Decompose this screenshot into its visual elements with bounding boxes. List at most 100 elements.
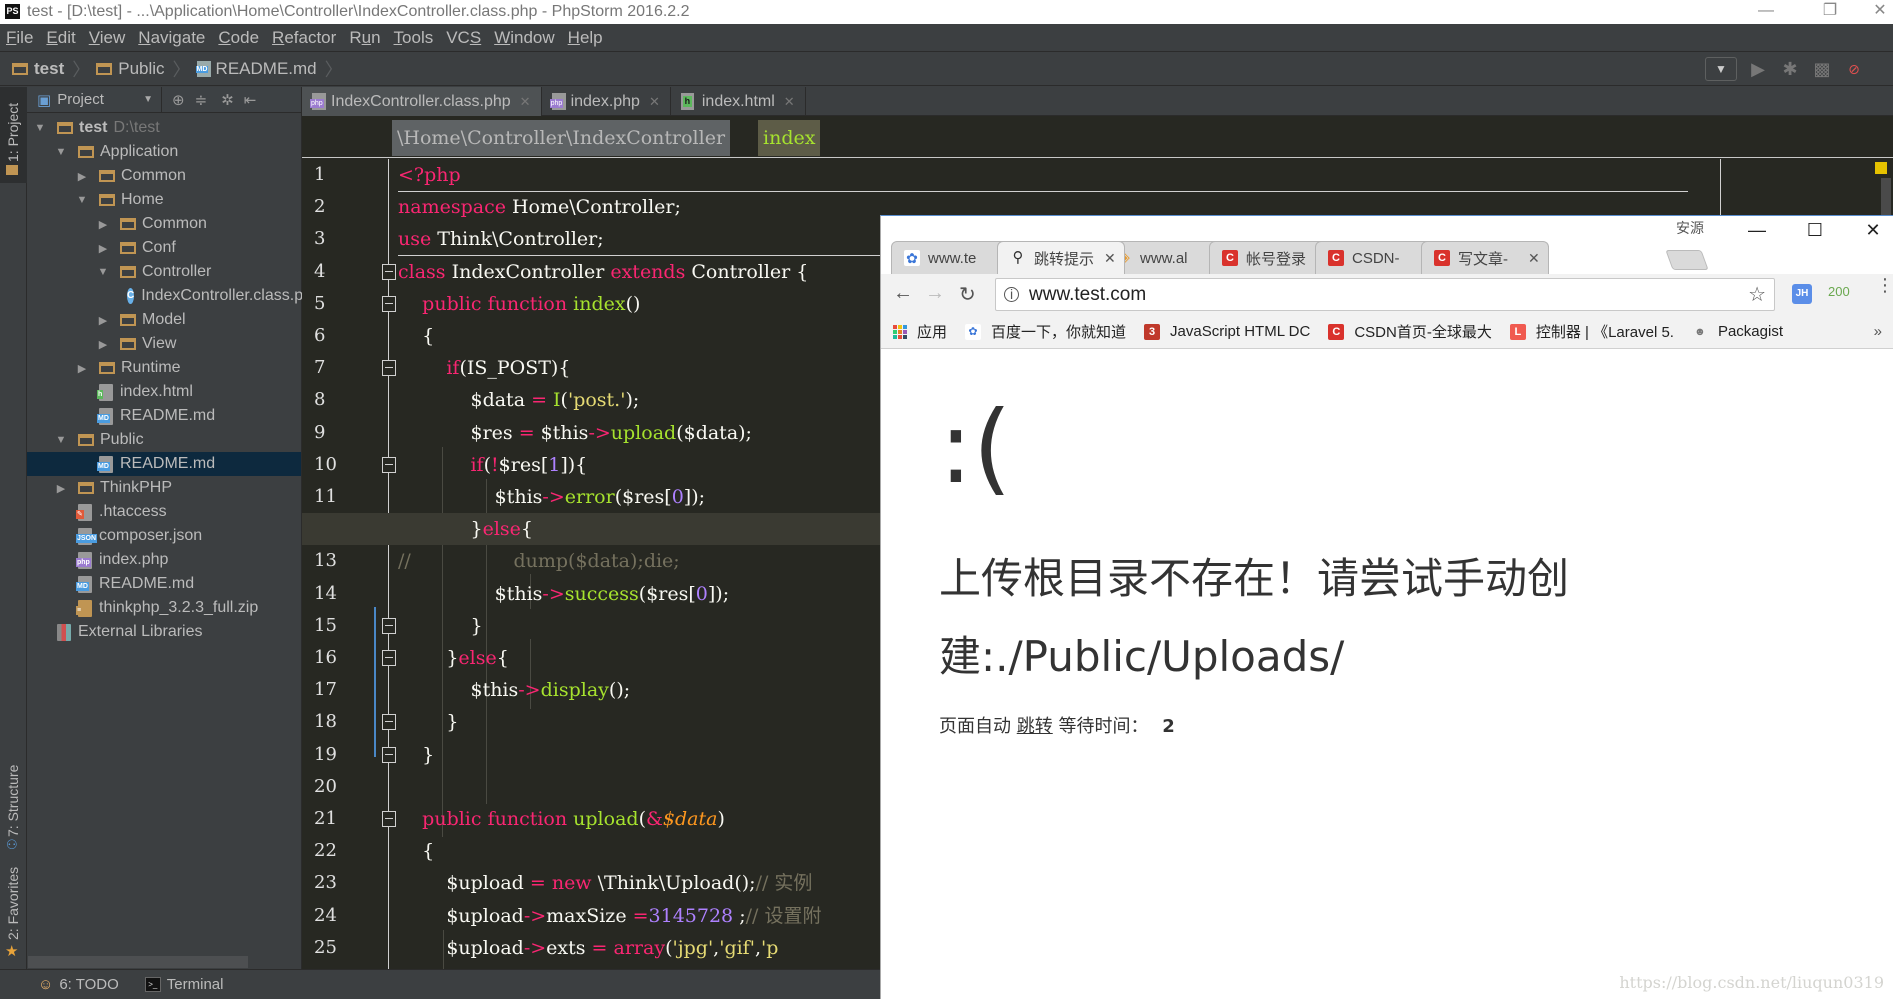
close-tab-icon[interactable]: ✕ bbox=[1528, 250, 1540, 267]
tree-item[interactable]: php index.php bbox=[27, 548, 301, 572]
side-tab-structure[interactable]: 7: Structure ⚇ bbox=[0, 737, 27, 857]
bookmark-item[interactable]: ✿ 百度一下，你就知道 bbox=[965, 321, 1126, 342]
menu-navigate[interactable]: Navigate bbox=[138, 28, 205, 48]
bookmark-star-icon[interactable]: ☆ bbox=[1748, 282, 1766, 307]
run-configuration-select[interactable]: ▼ bbox=[1705, 57, 1737, 81]
editor-tab[interactable]: index.html ✕ bbox=[671, 87, 806, 116]
breadcrumb-class[interactable]: \Home\Controller\IndexController bbox=[392, 120, 731, 156]
browser-tab[interactable]: C 写文章- ✕ bbox=[1421, 241, 1549, 274]
reload-button[interactable]: ↻ bbox=[959, 282, 976, 307]
tree-item[interactable]: MD README.md bbox=[27, 452, 301, 476]
browser-menu-icon[interactable]: ⋮ bbox=[1876, 276, 1893, 294]
redirect-link[interactable]: 跳转 bbox=[1017, 716, 1053, 737]
tree-item[interactable]: ▼ test D:\test bbox=[27, 116, 301, 140]
fold-toggle-icon[interactable] bbox=[382, 263, 396, 280]
run-icon[interactable]: ▶ bbox=[1747, 58, 1769, 80]
bookmark-item[interactable]: L 控制器 | 《Laravel 5. bbox=[1509, 321, 1674, 342]
collapsed-arrow-icon[interactable]: ▶ bbox=[96, 338, 110, 351]
menu-tools[interactable]: Tools bbox=[394, 28, 434, 48]
project-view-select[interactable]: ▣ Project ▼ bbox=[37, 86, 162, 113]
fold-toggle-icon[interactable] bbox=[382, 746, 396, 763]
bookmark-item[interactable]: 应用 bbox=[893, 321, 947, 342]
fold-toggle-icon[interactable] bbox=[382, 617, 396, 634]
expanded-arrow-icon[interactable]: ▼ bbox=[96, 266, 110, 278]
tree-item[interactable]: ▼ Controller bbox=[27, 260, 301, 284]
close-button[interactable]: ✕ bbox=[1860, 0, 1893, 24]
menu-help[interactable]: Help bbox=[568, 28, 603, 48]
locate-icon[interactable]: ⊕ bbox=[172, 91, 185, 109]
bookmark-item[interactable]: C CSDN首页-全球最大 bbox=[1328, 321, 1492, 342]
tree-item[interactable]: ▶ Common bbox=[27, 212, 301, 236]
tree-item[interactable]: ▶ ThinkPHP bbox=[27, 476, 301, 500]
extension-jh-icon[interactable]: JH bbox=[1792, 284, 1812, 304]
tree-item[interactable]: MD README.md bbox=[27, 404, 301, 428]
gear-icon[interactable]: ✲ bbox=[221, 91, 234, 109]
collapsed-arrow-icon[interactable]: ▶ bbox=[54, 482, 68, 495]
tree-item[interactable]: External Libraries bbox=[27, 620, 301, 644]
editor-tab[interactable]: IndexController.class.php ✕ bbox=[302, 87, 542, 116]
tree-item[interactable]: JSON composer.json bbox=[27, 524, 301, 548]
tree-item[interactable]: ≡ thinkphp_3.2.3_full.zip bbox=[27, 596, 301, 620]
collapsed-arrow-icon[interactable]: ▶ bbox=[75, 170, 89, 183]
todo-tool-button[interactable]: ☺ 6: TODO bbox=[38, 976, 119, 993]
nav-crumb-readme[interactable]: README.md bbox=[195, 59, 317, 79]
stop-debug-icon[interactable]: ⊘ bbox=[1843, 58, 1865, 80]
nav-crumb-public[interactable]: Public bbox=[96, 59, 165, 79]
horizontal-scrollbar[interactable] bbox=[28, 956, 248, 968]
collapsed-arrow-icon[interactable]: ▶ bbox=[75, 362, 89, 375]
browser-maximize-button[interactable]: ☐ bbox=[1791, 220, 1839, 241]
fold-toggle-icon[interactable] bbox=[382, 360, 396, 377]
coverage-icon[interactable]: ▩ bbox=[1811, 58, 1833, 80]
fold-toggle-icon[interactable] bbox=[382, 295, 396, 312]
tree-item[interactable]: ▼ Public bbox=[27, 428, 301, 452]
tree-item[interactable]: ▶ Runtime bbox=[27, 356, 301, 380]
info-icon[interactable]: i bbox=[1004, 287, 1019, 302]
minimize-button[interactable]: — bbox=[1746, 0, 1786, 24]
side-tab-project[interactable]: 1: Project bbox=[0, 87, 27, 183]
tree-item[interactable]: ✎ .htaccess bbox=[27, 500, 301, 524]
expanded-arrow-icon[interactable]: ▼ bbox=[75, 194, 89, 206]
hide-panel-icon[interactable]: ⇤ bbox=[244, 91, 257, 109]
expanded-arrow-icon[interactable]: ▼ bbox=[33, 122, 47, 134]
browser-tab[interactable]: ⚲ 跳转提示 ✕ bbox=[997, 241, 1125, 274]
menu-run[interactable]: Run bbox=[349, 28, 380, 48]
bookmark-item[interactable]: ☻ Packagist bbox=[1692, 323, 1783, 340]
address-bar[interactable]: i www.test.com ☆ bbox=[995, 278, 1775, 311]
close-tab-icon[interactable]: ✕ bbox=[784, 94, 795, 110]
tree-item[interactable]: ▶ Model bbox=[27, 308, 301, 332]
fold-toggle-icon[interactable] bbox=[382, 650, 396, 666]
fold-toggle-icon[interactable] bbox=[382, 811, 396, 827]
side-tab-favorites[interactable]: 2: Favorites ★ bbox=[0, 862, 27, 962]
more-bookmarks-button[interactable]: » bbox=[1874, 323, 1882, 340]
browser-minimize-button[interactable]: — bbox=[1733, 220, 1781, 241]
collapse-all-icon[interactable]: ≑ bbox=[195, 91, 208, 109]
browser-profile-name[interactable]: 安源 bbox=[1676, 218, 1704, 238]
tree-item[interactable]: ▶ Conf bbox=[27, 236, 301, 260]
close-tab-icon[interactable]: ✕ bbox=[1104, 250, 1116, 267]
menu-edit[interactable]: Edit bbox=[46, 28, 75, 48]
fold-toggle-icon[interactable] bbox=[382, 456, 396, 473]
close-tab-icon[interactable]: ✕ bbox=[649, 94, 660, 110]
tree-item[interactable]: h index.html bbox=[27, 380, 301, 404]
tree-item[interactable]: ▼ Application bbox=[27, 140, 301, 164]
restore-button[interactable]: ❐ bbox=[1810, 0, 1850, 24]
new-tab-button[interactable] bbox=[1665, 250, 1709, 270]
back-button[interactable]: ← bbox=[893, 282, 913, 305]
terminal-tool-button[interactable]: >_ Terminal bbox=[144, 976, 223, 993]
tree-item[interactable]: MD README.md bbox=[27, 572, 301, 596]
tree-item[interactable]: ▶ Common bbox=[27, 164, 301, 188]
expanded-arrow-icon[interactable]: ▼ bbox=[54, 434, 68, 446]
menu-window[interactable]: Window bbox=[494, 28, 554, 48]
editor-tab[interactable]: index.php ✕ bbox=[542, 87, 671, 116]
menu-vcs[interactable]: VCS bbox=[446, 28, 481, 48]
menu-refactor[interactable]: Refactor bbox=[272, 28, 336, 48]
close-tab-icon[interactable]: ✕ bbox=[520, 94, 531, 110]
tree-item[interactable]: C IndexController.class.php bbox=[27, 284, 321, 308]
debug-icon[interactable]: ✱ bbox=[1779, 58, 1801, 80]
bookmark-item[interactable]: 3 JavaScript HTML DC bbox=[1144, 323, 1310, 340]
vertical-scrollbar[interactable] bbox=[1881, 178, 1891, 218]
nav-crumb-test[interactable]: test bbox=[12, 59, 64, 79]
warning-marker-icon[interactable] bbox=[1875, 162, 1887, 174]
collapsed-arrow-icon[interactable]: ▶ bbox=[96, 218, 110, 231]
breadcrumb-method[interactable]: index bbox=[758, 120, 821, 156]
